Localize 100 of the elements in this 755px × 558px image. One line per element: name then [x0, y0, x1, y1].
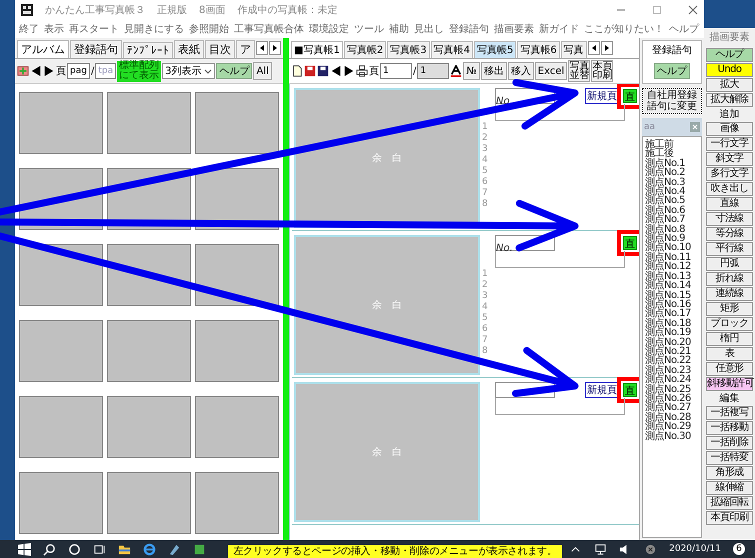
tool-button[interactable]: 多行文字 — [706, 167, 753, 181]
phrase-item[interactable]: 測点No.3 — [645, 178, 699, 188]
scroll-right-button[interactable] — [600, 41, 613, 55]
menu-item[interactable]: 再スタート — [69, 22, 119, 36]
tool-button[interactable]: Undo — [706, 63, 753, 77]
tool-button[interactable]: 線伸縮 — [706, 481, 753, 495]
phrase-item[interactable]: 測点No.25 — [645, 384, 699, 394]
tool-button[interactable]: 拡大 — [706, 78, 753, 92]
phrase-item[interactable]: 測点No.12 — [645, 262, 699, 272]
help-button[interactable]: ヘルプ — [216, 63, 252, 79]
switch-phrases-button[interactable]: 自社用登録語句に変更 — [642, 88, 702, 114]
photo-add-icon[interactable] — [17, 65, 29, 77]
tool-button[interactable]: 拡縮回転 — [706, 496, 753, 510]
phrase-item[interactable]: 測点No.6 — [645, 206, 699, 216]
phrase-item[interactable]: 測点No.15 — [645, 290, 699, 300]
menu-item[interactable]: 環境設定 — [309, 22, 349, 36]
tool-button[interactable]: 連続線 — [706, 287, 753, 301]
phrase-item[interactable]: 測点No.9 — [645, 234, 699, 244]
number-field[interactable]: No. — [495, 88, 555, 104]
tool-button[interactable]: 一行文字 — [706, 137, 753, 151]
search-icon[interactable] — [43, 542, 56, 556]
tool-button[interactable]: 折れ線 — [706, 272, 753, 286]
caption-field[interactable] — [495, 398, 625, 415]
previous-icon[interactable] — [30, 65, 42, 77]
photo-thumbnail[interactable] — [107, 396, 191, 458]
phrase-item[interactable]: 測点No.17 — [645, 309, 699, 319]
menu-item[interactable]: ここが知りたい！ — [584, 22, 664, 36]
toolbar-button[interactable]: Excel — [534, 62, 568, 80]
tool-button[interactable]: 一括複写 — [706, 406, 753, 420]
error-icon[interactable] — [644, 542, 658, 556]
phrase-item[interactable]: 測点No.18 — [645, 318, 699, 328]
tool-button[interactable]: 斜移動許可 — [706, 377, 753, 391]
photo-thumbnail[interactable] — [107, 320, 191, 382]
app-icon[interactable] — [193, 542, 206, 556]
caption-field[interactable] — [495, 104, 625, 121]
phrase-item[interactable]: 測点No.2 — [645, 168, 699, 178]
phrase-item[interactable]: 測点No.30 — [645, 432, 699, 441]
phrase-item[interactable]: 測点No.24 — [645, 375, 699, 385]
tab[interactable]: 登録語句 — [70, 40, 122, 58]
scroll-right-button[interactable] — [269, 41, 281, 55]
photo-thumbnail[interactable] — [107, 472, 191, 534]
tool-button[interactable]: 寸法線 — [706, 212, 753, 226]
print-page-button[interactable]: 本頁印刷 — [591, 60, 614, 82]
close-icon[interactable] — [688, 5, 698, 15]
tool-button[interactable]: 楕円 — [706, 332, 753, 346]
tab[interactable]: 写真帳4 — [430, 41, 473, 58]
tab[interactable]: 写真帳3 — [387, 41, 430, 58]
print-icon[interactable] — [356, 65, 368, 77]
phrase-item[interactable]: 測点No.29 — [645, 422, 699, 432]
phrase-item[interactable]: 測点No.20 — [645, 338, 699, 347]
tab[interactable]: 表紙 — [174, 40, 204, 58]
tab[interactable]: 写真帳5 — [474, 41, 516, 58]
photo-thumbnail[interactable] — [195, 92, 279, 154]
network-icon[interactable] — [594, 542, 608, 556]
tool-button[interactable]: 一括削除 — [706, 436, 753, 450]
phrase-item[interactable]: 測点No.7 — [645, 215, 699, 225]
tool-button[interactable]: ブロック — [706, 317, 753, 331]
pane-splitter[interactable] — [283, 38, 289, 540]
toolbar-button[interactable]: 移出 — [480, 62, 507, 80]
menu-item[interactable]: 見出し — [414, 22, 444, 36]
menu-item[interactable]: ツール — [354, 22, 384, 36]
menu-item[interactable]: 補助 — [389, 22, 409, 36]
photo-thumbnail[interactable] — [107, 92, 191, 154]
phrase-item[interactable]: 測点No.21 — [645, 346, 699, 356]
tab[interactable]: 写真帳2 — [344, 41, 386, 58]
tool-button[interactable]: 平行線 — [706, 242, 753, 256]
number-button[interactable]: № — [463, 62, 480, 80]
phrase-item[interactable]: 測点No.28 — [645, 412, 699, 422]
tool-button[interactable]: 円弧 — [706, 257, 753, 271]
phrase-item[interactable]: 施工前 — [645, 140, 699, 150]
phrase-item[interactable]: 測点No.5 — [645, 196, 699, 206]
menu-item[interactable]: 表示 — [44, 22, 64, 36]
scroll-left-button[interactable] — [256, 41, 268, 55]
menu-item[interactable]: 描画要素 — [494, 22, 534, 36]
phrase-item[interactable]: 測点No.8 — [645, 224, 699, 234]
phrase-item[interactable]: 測点No.4 — [645, 187, 699, 196]
app-icon[interactable] — [168, 542, 181, 556]
menu-item[interactable]: 見開きにする — [124, 22, 184, 36]
photo-thumbnail[interactable] — [19, 472, 103, 534]
phrase-item[interactable]: 測点No.23 — [645, 366, 699, 376]
photo-thumbnail[interactable] — [195, 396, 279, 458]
circle-icon[interactable] — [68, 542, 81, 556]
phrase-item[interactable]: 測点No.27 — [645, 403, 699, 413]
columns-select[interactable]: 3列表示 — [162, 63, 216, 79]
photo-thumbnail[interactable] — [19, 396, 103, 458]
phrase-item[interactable]: 測点No.22 — [645, 356, 699, 366]
tab[interactable]: ﾃﾝﾌﾟﾚｰﾄ — [123, 42, 173, 58]
clock-date[interactable]: 2020/10/11 — [669, 544, 721, 554]
phrase-item[interactable]: 施工後 — [645, 149, 699, 159]
tab[interactable]: 写真 — [560, 41, 587, 58]
tool-button[interactable]: 本頁印刷 — [706, 511, 753, 525]
photo-thumbnail[interactable] — [19, 320, 103, 382]
caption-field[interactable] — [495, 251, 625, 268]
number-field[interactable] — [495, 382, 555, 398]
tool-button[interactable]: 画像 — [706, 122, 753, 136]
photo-thumbnail[interactable] — [195, 244, 279, 306]
tab[interactable]: ア — [236, 40, 255, 58]
page-field[interactable]: pag — [67, 63, 90, 79]
new-page-icon[interactable] — [291, 65, 303, 77]
tool-button[interactable]: 任意形 — [706, 362, 753, 376]
